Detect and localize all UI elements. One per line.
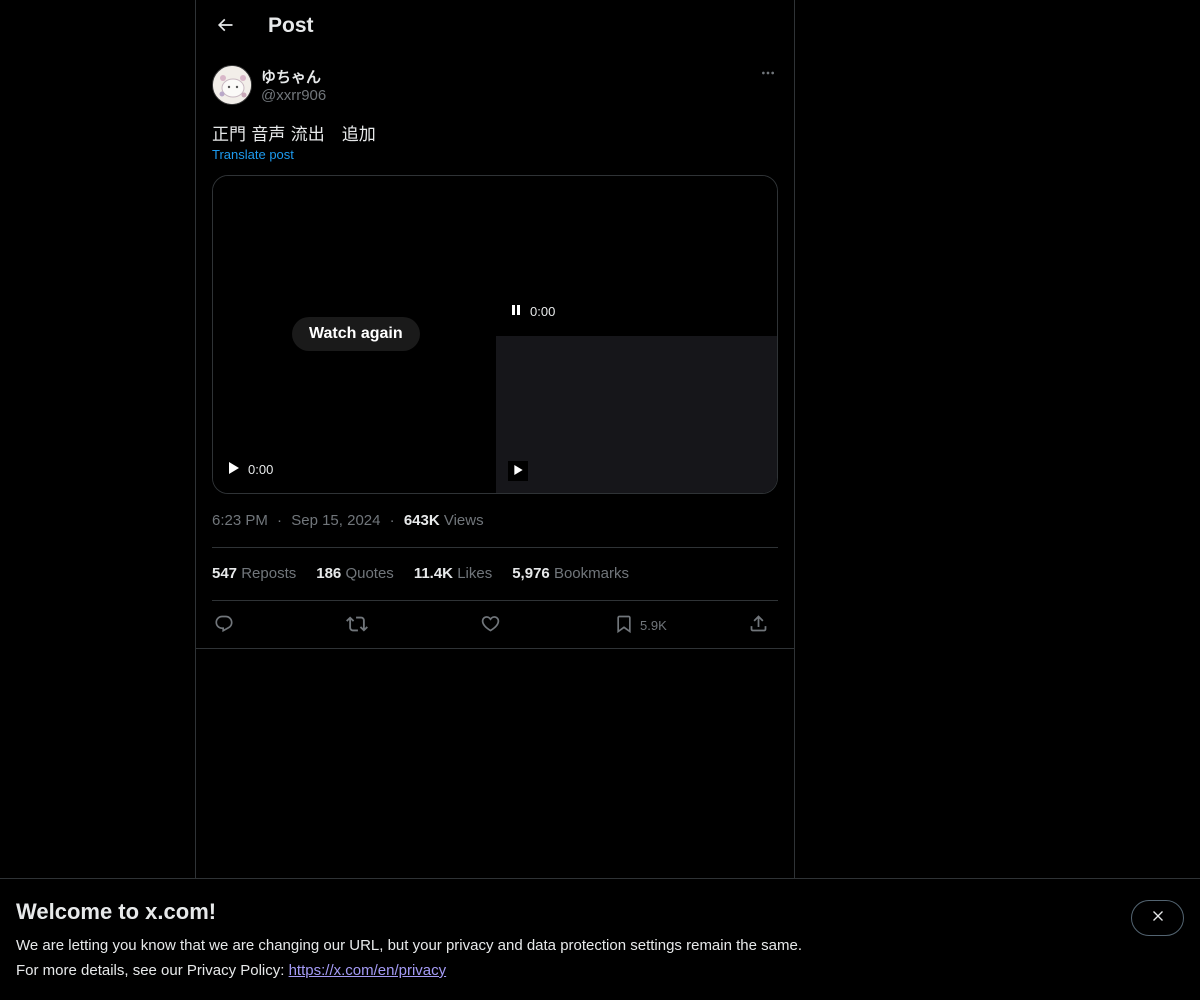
like-icon (480, 613, 501, 637)
banner-policy-line: For more details, see our Privacy Policy… (16, 962, 446, 979)
translate-post-link[interactable]: Translate post (212, 147, 294, 162)
play-icon[interactable] (229, 462, 239, 477)
likes-stat[interactable]: 11.4K Likes (414, 565, 492, 582)
close-icon (1150, 908, 1166, 929)
likes-label: Likes (457, 565, 493, 582)
views-count: 643K (403, 512, 440, 529)
like-button[interactable] (480, 612, 501, 638)
share-icon (748, 613, 769, 637)
quotes-stat[interactable]: 186 Quotes (316, 565, 394, 582)
reply-icon (214, 614, 234, 637)
play-icon (513, 462, 523, 480)
reposts-stat[interactable]: 547 Reposts (212, 565, 296, 582)
more-dots-icon (760, 65, 776, 86)
post-actions: 5.9K (212, 612, 778, 638)
bookmarks-count: 5,976 (512, 565, 550, 582)
meta-separator: · (277, 512, 283, 529)
close-banner-button[interactable] (1131, 900, 1184, 936)
reposts-label: Reposts (241, 565, 297, 582)
repost-icon (346, 613, 368, 638)
post-header: Post (196, 0, 794, 54)
bookmark-icon (614, 614, 634, 637)
reply-button[interactable] (214, 612, 234, 638)
divider (212, 547, 778, 548)
divider (196, 648, 794, 649)
url-change-banner: Welcome to x.com! We are letting you kno… (0, 878, 1200, 1000)
avatar[interactable] (212, 65, 252, 105)
quotes-count: 186 (316, 565, 342, 582)
share-button[interactable] (748, 612, 769, 638)
video-right-play-button[interactable] (508, 461, 528, 481)
back-button[interactable] (208, 10, 242, 44)
video-right-controls[interactable]: 0:00 (511, 304, 555, 319)
video-left-controls[interactable]: 0:00 (229, 462, 273, 477)
likes-count: 11.4K (413, 565, 454, 582)
banner-title: Welcome to x.com! (16, 899, 217, 924)
reposts-count: 547 (212, 565, 238, 582)
watch-again-button[interactable]: Watch again (292, 317, 420, 351)
quotes-label: Quotes (345, 565, 394, 582)
meta-separator: · (389, 512, 395, 529)
post-text: 正門 音声 流出 追加 (212, 125, 376, 145)
author-handle[interactable]: @xxrr906 (261, 87, 326, 104)
more-options-button[interactable] (758, 65, 778, 85)
privacy-policy-link[interactable]: https://x.com/en/privacy (289, 962, 447, 979)
page-title: Post (268, 14, 314, 37)
post-media[interactable]: Watch again 0:00 0:00 (212, 175, 778, 494)
bookmarks-label: Bookmarks (553, 565, 629, 582)
post-date[interactable]: Sep 15, 2024 (291, 512, 380, 529)
video-right-time: 0:00 (530, 304, 556, 319)
bookmarks-stat[interactable]: 5,976 Bookmarks (512, 565, 629, 582)
bookmark-count: 5.9K (640, 617, 667, 633)
video-right[interactable]: 0:00 (496, 176, 777, 493)
bookmark-button[interactable]: 5.9K (614, 612, 667, 638)
banner-policy-text: For more details, see our Privacy Policy… (16, 962, 289, 979)
post-stats: 547 Reposts 186 Quotes 11.4K Likes 5,976… (212, 565, 629, 582)
post-meta: 6:23 PM · Sep 15, 2024 · 643K Views (212, 512, 484, 529)
views-label: Views (443, 512, 484, 529)
divider (212, 600, 778, 601)
video-left-time: 0:00 (248, 462, 274, 477)
video-left[interactable]: Watch again 0:00 (213, 176, 496, 493)
post-author: ゆちゃん @xxrr906 (212, 65, 778, 107)
repost-button[interactable] (346, 612, 368, 638)
main-column: Post ゆちゃん @xxrr906 正門 音声 流出 追加 Translate… (195, 0, 795, 879)
post-time[interactable]: 6:23 PM (212, 512, 268, 529)
back-arrow-icon (215, 15, 235, 40)
author-name[interactable]: ゆちゃん (261, 66, 321, 87)
banner-message: We are letting you know that we are chan… (16, 937, 802, 954)
video-right-frame (496, 336, 777, 493)
pause-icon[interactable] (511, 304, 521, 319)
